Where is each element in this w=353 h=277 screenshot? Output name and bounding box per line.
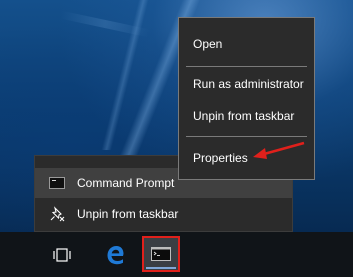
menu-item-label: Run as administrator [193,77,304,91]
annotation-arrow-icon [253,141,305,159]
task-view-icon [53,247,71,262]
jump-list-item-label: Unpin from taskbar [77,207,179,221]
command-prompt-icon [151,247,171,261]
edge-icon [107,245,124,264]
menu-item-label: Properties [193,151,248,165]
menu-separator [186,66,307,67]
taskbar [0,232,353,277]
menu-item-run-as-administrator[interactable]: Run as administrator [179,72,314,96]
active-indicator [146,267,176,269]
command-prompt-icon [49,175,65,191]
jump-list-item-label: Command Prompt [77,176,175,190]
menu-separator [186,136,307,137]
menu-item-label: Unpin from taskbar [193,109,295,123]
taskbar-edge-button[interactable] [95,232,135,277]
menu-item-open[interactable]: Open [179,32,314,56]
menu-item-unpin-from-taskbar[interactable]: Unpin from taskbar [179,104,314,128]
jump-list-item-unpin[interactable]: Unpin from taskbar [35,199,292,229]
taskbar-command-prompt-button[interactable] [142,236,180,272]
unpin-icon [49,206,65,222]
taskbar-task-view-button[interactable] [42,232,82,277]
menu-item-label: Open [193,37,223,51]
